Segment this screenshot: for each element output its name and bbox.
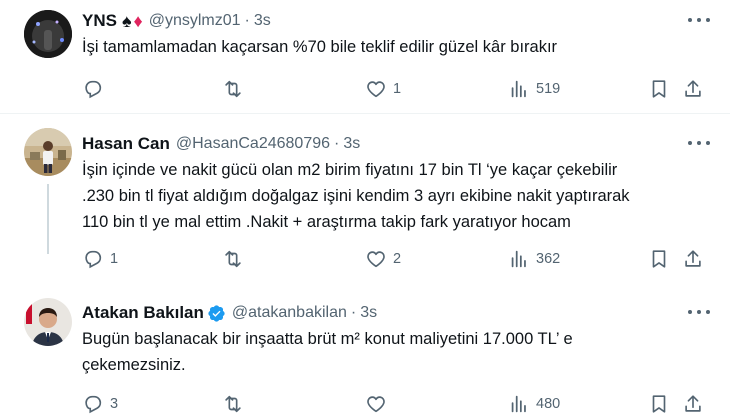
timestamp[interactable]: 3s <box>360 304 377 322</box>
like-button[interactable]: 2 <box>365 247 401 271</box>
spade-icon: ♠ <box>121 10 132 31</box>
display-name[interactable]: YNS <box>82 11 117 31</box>
view-count: 519 <box>536 81 561 97</box>
tweet-text-line: Bugün başlanacak bir inşaatta brüt m² ko… <box>82 330 573 348</box>
separator-dot: · <box>350 304 357 321</box>
reply-count: 3 <box>110 396 119 412</box>
avatar-hasan-can[interactable] <box>24 128 72 176</box>
bookmark-icon <box>652 250 666 268</box>
tweet-text: İşin içinde ve nakit gücü olan m2 birim … <box>82 157 630 235</box>
user-handle[interactable]: @HasanCa24680796 <box>176 135 330 153</box>
more-icon[interactable] <box>688 133 710 153</box>
reply-icon <box>85 80 102 99</box>
user-handle[interactable]: @atakanbakilan <box>232 304 347 322</box>
share-button[interactable] <box>682 392 704 416</box>
retweet-button[interactable] <box>222 247 250 271</box>
tweet-1[interactable]: YNS ♠ ♦ @ynsylmz01 · 3s İşi tamamlamadan… <box>0 0 730 112</box>
more-icon[interactable] <box>688 10 710 30</box>
reply-icon <box>85 395 102 414</box>
share-icon <box>685 80 701 97</box>
more-icon[interactable] <box>688 302 710 322</box>
retweet-button[interactable] <box>222 77 250 101</box>
views-button[interactable]: 362 <box>508 247 560 271</box>
retweet-button[interactable] <box>222 392 250 416</box>
separator-dot: · <box>334 135 340 152</box>
view-count: 362 <box>536 251 561 267</box>
timestamp[interactable]: 3s <box>343 135 360 153</box>
views-icon <box>511 395 526 413</box>
like-button[interactable]: 1 <box>365 77 401 101</box>
display-name[interactable]: Hasan Can <box>82 134 170 154</box>
heart-icon <box>367 396 385 413</box>
tweet-3-header: Atakan Bakılan @atakanbakilan · 3s <box>82 302 377 324</box>
like-count: 1 <box>393 81 402 97</box>
action-bar: 1 519 <box>82 77 712 101</box>
share-button[interactable] <box>682 247 704 271</box>
reply-count: 1 <box>110 251 119 267</box>
tweet-text-line: .230 bin tl fiyat aldığım doğalgaz işini… <box>82 187 630 205</box>
avatar-atakan-bakilan[interactable] <box>24 298 72 346</box>
bookmark-button[interactable] <box>648 392 670 416</box>
avatar-image <box>24 128 72 176</box>
view-count: 480 <box>536 396 561 412</box>
reply-button[interactable] <box>82 77 110 101</box>
user-handle[interactable]: @ynsylmz01 <box>149 12 241 30</box>
timestamp[interactable]: 3s <box>254 12 271 30</box>
views-icon <box>511 80 526 98</box>
thread-connector <box>47 184 49 254</box>
avatar-image <box>24 10 72 58</box>
like-count: 2 <box>393 251 402 267</box>
tweet-1-header: YNS ♠ ♦ @ynsylmz01 · 3s <box>82 10 271 32</box>
display-name[interactable]: Atakan Bakılan <box>82 303 204 323</box>
like-button[interactable] <box>365 392 393 416</box>
tweet-text: Bugün başlanacak bir inşaatta brüt m² ko… <box>82 326 573 378</box>
bookmark-button[interactable] <box>648 247 670 271</box>
heart-icon <box>367 251 385 268</box>
tweet-text-line: İşin içinde ve nakit gücü olan m2 birim … <box>82 161 618 179</box>
tweet-3[interactable]: Atakan Bakılan @atakanbakilan · 3s Bugün… <box>0 290 730 420</box>
share-icon <box>685 250 701 267</box>
retweet-icon <box>225 395 241 413</box>
views-button[interactable]: 519 <box>508 77 560 101</box>
share-icon <box>685 395 701 412</box>
retweet-icon <box>225 250 241 268</box>
bookmark-button[interactable] <box>648 77 670 101</box>
avatar-yns[interactable] <box>24 10 72 58</box>
tweet-2[interactable]: Hasan Can @HasanCa24680796 · 3s İşin içi… <box>0 114 730 290</box>
tweet-text: İşi tamamlamadan kaçarsan %70 bile tekli… <box>82 34 557 60</box>
retweet-icon <box>225 80 241 98</box>
avatar-image <box>24 298 72 346</box>
tweet-text-line: çekemezsiniz. <box>82 356 186 374</box>
views-icon <box>511 250 526 268</box>
reply-button[interactable]: 3 <box>82 392 118 416</box>
separator-dot: · <box>244 12 250 29</box>
reply-button[interactable]: 1 <box>82 247 118 271</box>
tweet-text-line: 110 bin tl ye mal ettim .Nakit + araştır… <box>82 213 571 231</box>
verified-badge-icon <box>208 304 225 322</box>
bookmark-icon <box>652 395 666 413</box>
action-bar: 1 2 362 <box>82 247 712 271</box>
reply-icon <box>85 250 102 269</box>
heart-icon <box>367 81 385 98</box>
share-button[interactable] <box>682 77 704 101</box>
tweet-text-line: İşi tamamlamadan kaçarsan %70 bile tekli… <box>82 38 558 56</box>
tweet-2-header: Hasan Can @HasanCa24680796 · 3s <box>82 133 360 155</box>
action-bar: 3 480 <box>82 392 712 416</box>
views-button[interactable]: 480 <box>508 392 560 416</box>
bookmark-icon <box>652 80 666 98</box>
diamond-icon: ♦ <box>133 10 143 31</box>
